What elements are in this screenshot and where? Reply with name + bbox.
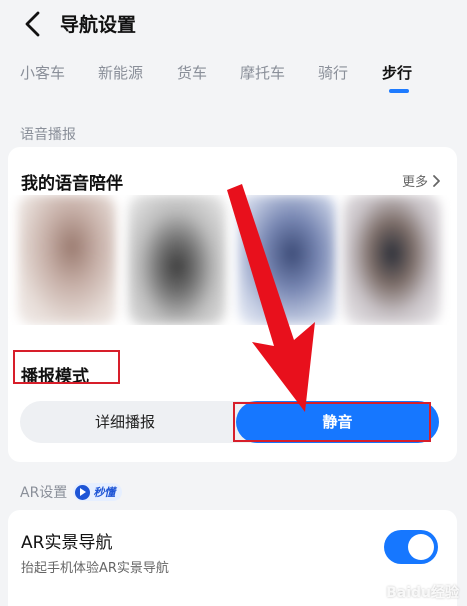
- voice-avatar[interactable]: [343, 195, 441, 325]
- quick-guide-label: 秒懂: [93, 486, 116, 499]
- more-label: 更多: [401, 175, 428, 190]
- active-tab-indicator: [389, 89, 409, 93]
- chevron-right-icon: [433, 174, 440, 187]
- tab-new-energy[interactable]: 新能源: [98, 62, 143, 83]
- tab-cycling[interactable]: 骑行: [318, 62, 348, 83]
- voice-list: [8, 195, 457, 325]
- page-title: 导航设置: [60, 14, 137, 36]
- voice-avatar[interactable]: [18, 195, 116, 325]
- more-link[interactable]: 更多: [402, 171, 441, 190]
- ar-navigation-description: 抬起手机体验AR实景导航: [21, 561, 169, 576]
- quick-guide-badge[interactable]: 秒懂: [73, 483, 123, 501]
- toggle-knob: [408, 534, 434, 560]
- section-label-ar: AR设置: [20, 485, 68, 501]
- back-arrow-icon[interactable]: [22, 10, 44, 38]
- section-label-voice: 语音播报: [20, 127, 76, 143]
- voice-avatar[interactable]: [238, 195, 336, 325]
- play-icon: [75, 484, 91, 500]
- ar-navigation-title: AR实景导航: [21, 533, 113, 553]
- ar-navigation-toggle[interactable]: [384, 530, 438, 564]
- tab-motorcycle[interactable]: 摩托车: [240, 62, 285, 83]
- detailed-broadcast-option[interactable]: 详细播报: [20, 401, 230, 443]
- tab-truck[interactable]: 货车: [177, 62, 207, 83]
- tab-walking[interactable]: 步行: [382, 62, 412, 83]
- baidu-watermark: Baidu经验: [386, 585, 459, 601]
- top-bar: 导航设置: [0, 0, 467, 50]
- vehicle-tabs: 小客车 新能源 货车 摩托车 骑行 步行: [0, 62, 467, 102]
- voice-card: 我的语音陪伴 更多 播报模式 详细播报 静音: [8, 147, 457, 462]
- annotation-box-mute: [233, 402, 431, 442]
- ar-section-header: AR设置 秒懂: [20, 482, 123, 502]
- voice-avatar[interactable]: [128, 195, 226, 325]
- annotation-box-mode-title: [13, 350, 120, 384]
- voice-companion-title: 我的语音陪伴: [21, 174, 123, 194]
- tab-car[interactable]: 小客车: [20, 62, 65, 83]
